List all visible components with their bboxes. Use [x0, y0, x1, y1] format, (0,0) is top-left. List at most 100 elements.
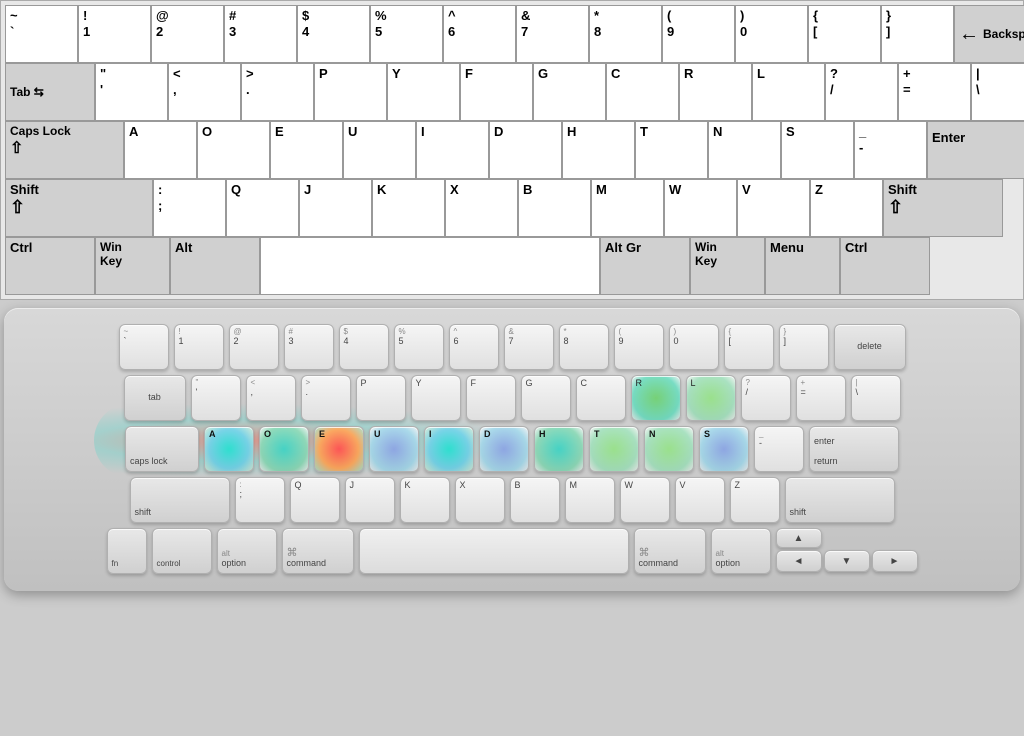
key-space[interactable]	[260, 237, 600, 295]
mac-key-arrow-down[interactable]: ▼	[824, 550, 870, 572]
mac-key-p[interactable]: P	[356, 375, 406, 421]
key-backtick[interactable]: ~`	[5, 5, 78, 63]
key-shift-right[interactable]: Shift ⇧	[883, 179, 1003, 237]
mac-key-0[interactable]: )0	[669, 324, 719, 370]
key-backslash[interactable]: |\	[971, 63, 1024, 121]
key-semicolon[interactable]: :;	[153, 179, 226, 237]
mac-key-u[interactable]: U	[369, 426, 419, 472]
mac-key-1[interactable]: !1	[174, 324, 224, 370]
mac-key-r[interactable]: R	[631, 375, 681, 421]
key-n[interactable]: N	[708, 121, 781, 179]
key-d[interactable]: D	[489, 121, 562, 179]
key-bracket-close[interactable]: }]	[881, 5, 954, 63]
key-ctrl-left[interactable]: Ctrl	[5, 237, 95, 295]
key-r[interactable]: R	[679, 63, 752, 121]
mac-key-slash[interactable]: ?/	[741, 375, 791, 421]
key-g[interactable]: G	[533, 63, 606, 121]
mac-key-b[interactable]: B	[510, 477, 560, 523]
mac-key-8[interactable]: *8	[559, 324, 609, 370]
key-equals[interactable]: +=	[898, 63, 971, 121]
key-3[interactable]: #3	[224, 5, 297, 63]
key-h[interactable]: H	[562, 121, 635, 179]
key-q[interactable]: Q	[226, 179, 299, 237]
key-c[interactable]: C	[606, 63, 679, 121]
key-j[interactable]: J	[299, 179, 372, 237]
mac-key-w[interactable]: W	[620, 477, 670, 523]
key-1[interactable]: !1	[78, 5, 151, 63]
key-x[interactable]: X	[445, 179, 518, 237]
key-u[interactable]: U	[343, 121, 416, 179]
mac-key-equals[interactable]: +=	[796, 375, 846, 421]
key-l[interactable]: L	[752, 63, 825, 121]
key-menu[interactable]: Menu	[765, 237, 840, 295]
mac-key-backtick[interactable]: ~`	[119, 324, 169, 370]
key-slash[interactable]: ?/	[825, 63, 898, 121]
mac-key-t[interactable]: T	[589, 426, 639, 472]
mac-key-delete[interactable]: delete	[834, 324, 906, 370]
key-w[interactable]: W	[664, 179, 737, 237]
mac-key-k[interactable]: K	[400, 477, 450, 523]
mac-key-e[interactable]: E	[314, 426, 364, 472]
mac-key-comma[interactable]: <,	[246, 375, 296, 421]
key-enter[interactable]: Enter ↵	[927, 121, 1024, 179]
key-z[interactable]: Z	[810, 179, 883, 237]
mac-key-n[interactable]: N	[644, 426, 694, 472]
mac-key-3[interactable]: #3	[284, 324, 334, 370]
mac-key-2[interactable]: @2	[229, 324, 279, 370]
key-f[interactable]: F	[460, 63, 533, 121]
key-y[interactable]: Y	[387, 63, 460, 121]
mac-key-m[interactable]: M	[565, 477, 615, 523]
mac-key-fn[interactable]: fn	[107, 528, 147, 574]
key-altgr[interactable]: Alt Gr	[600, 237, 690, 295]
mac-key-control[interactable]: control	[152, 528, 212, 574]
mac-key-minus[interactable]: _-	[754, 426, 804, 472]
mac-key-capslock[interactable]: caps lock	[125, 426, 199, 472]
mac-key-command-left[interactable]: ⌘command	[282, 528, 354, 574]
mac-key-arrow-left[interactable]: ◄	[776, 550, 822, 572]
key-a[interactable]: A	[124, 121, 197, 179]
mac-key-x[interactable]: X	[455, 477, 505, 523]
key-t[interactable]: T	[635, 121, 708, 179]
key-win-right[interactable]: WinKey	[690, 237, 765, 295]
mac-key-option-left[interactable]: altoption	[217, 528, 277, 574]
key-5[interactable]: %5	[370, 5, 443, 63]
key-p[interactable]: P	[314, 63, 387, 121]
mac-key-y[interactable]: Y	[411, 375, 461, 421]
mac-key-6[interactable]: ^6	[449, 324, 499, 370]
mac-key-option-right[interactable]: altoption	[711, 528, 771, 574]
mac-key-arrow-right[interactable]: ►	[872, 550, 918, 572]
key-8[interactable]: *8	[589, 5, 662, 63]
mac-key-d[interactable]: D	[479, 426, 529, 472]
key-6[interactable]: ^6	[443, 5, 516, 63]
mac-key-backslash[interactable]: |\	[851, 375, 901, 421]
key-o[interactable]: O	[197, 121, 270, 179]
mac-key-4[interactable]: $4	[339, 324, 389, 370]
key-backspace[interactable]: ←Backspace	[954, 5, 1024, 63]
key-k[interactable]: K	[372, 179, 445, 237]
mac-key-g[interactable]: G	[521, 375, 571, 421]
key-b[interactable]: B	[518, 179, 591, 237]
mac-key-i[interactable]: I	[424, 426, 474, 472]
mac-key-tab[interactable]: tab	[124, 375, 186, 421]
mac-key-quote[interactable]: "'	[191, 375, 241, 421]
key-bracket-open[interactable]: {[	[808, 5, 881, 63]
key-7[interactable]: &7	[516, 5, 589, 63]
key-4[interactable]: $4	[297, 5, 370, 63]
key-comma[interactable]: <,	[168, 63, 241, 121]
mac-key-5[interactable]: %5	[394, 324, 444, 370]
mac-key-shift-right[interactable]: shift	[785, 477, 895, 523]
mac-key-shift-left[interactable]: shift	[130, 477, 230, 523]
key-v[interactable]: V	[737, 179, 810, 237]
mac-key-semicolon[interactable]: :;	[235, 477, 285, 523]
mac-key-h[interactable]: H	[534, 426, 584, 472]
mac-key-arrow-up[interactable]: ▲	[776, 528, 822, 548]
key-alt-left[interactable]: Alt	[170, 237, 260, 295]
key-win-left[interactable]: WinKey	[95, 237, 170, 295]
key-minus[interactable]: _-	[854, 121, 927, 179]
mac-key-j[interactable]: J	[345, 477, 395, 523]
key-i[interactable]: I	[416, 121, 489, 179]
mac-key-space[interactable]	[359, 528, 629, 574]
mac-key-c[interactable]: C	[576, 375, 626, 421]
key-m[interactable]: M	[591, 179, 664, 237]
mac-key-l[interactable]: L	[686, 375, 736, 421]
